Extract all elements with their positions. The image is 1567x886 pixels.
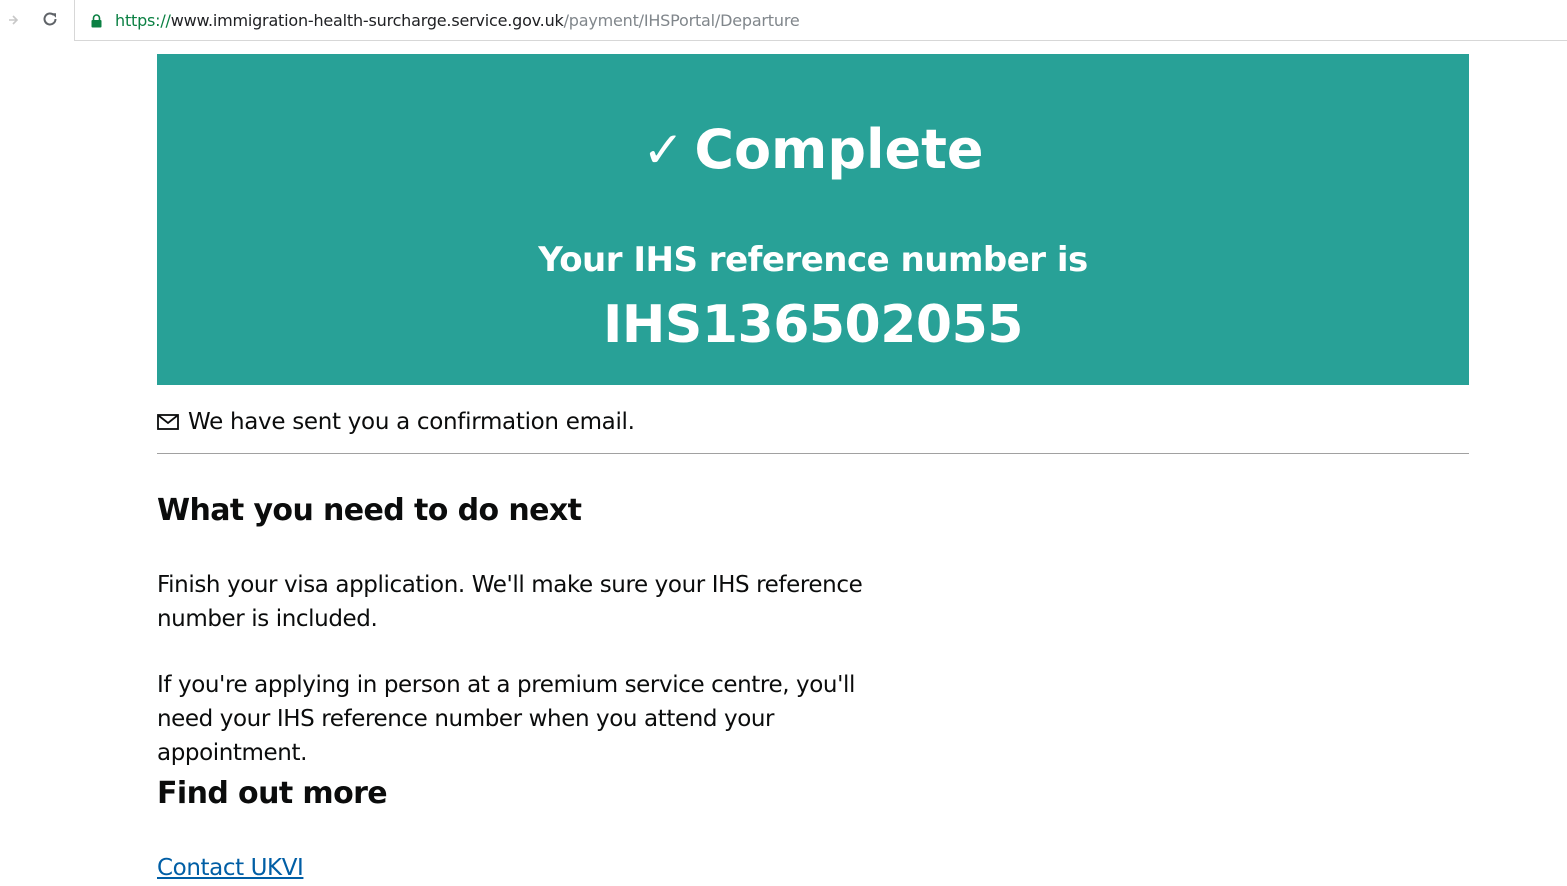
contact-ukvi-link[interactable]: Contact UKVI [157, 851, 304, 885]
url-text: https://www.immigration-health-surcharge… [115, 11, 800, 30]
next-steps-heading: What you need to do next [157, 493, 582, 528]
url-scheme: https:// [115, 10, 171, 30]
check-icon: ✓ [642, 121, 685, 179]
next-steps-paragraph-1: Finish your visa application. We'll make… [157, 572, 863, 632]
section-divider [157, 453, 1469, 454]
lock-icon [91, 12, 103, 28]
mail-icon [157, 414, 179, 430]
next-steps-paragraph-2: If you're applying in person at a premiu… [157, 672, 855, 766]
email-notice-text: We have sent you a confirmation email. [188, 409, 635, 435]
confirmation-panel: ✓ Complete Your IHS reference number is … [157, 54, 1469, 385]
panel-title-text: Complete [694, 118, 984, 181]
reference-label: Your IHS reference number is [538, 240, 1088, 280]
panel-title: ✓ Complete [157, 120, 1469, 180]
forward-arrow-icon[interactable] [6, 8, 20, 32]
url-path: /payment/IHSPortal/Departure [563, 10, 800, 30]
address-bar[interactable]: https://www.immigration-health-surcharge… [74, 0, 1567, 41]
browser-toolbar: https://www.immigration-health-surcharge… [0, 0, 1567, 41]
reload-button[interactable] [36, 7, 64, 35]
reload-icon [40, 9, 60, 34]
url-host: www.immigration-health-surcharge.service… [170, 10, 564, 30]
reference-number: IHS136502055 [603, 295, 1023, 355]
email-notice: We have sent you a confirmation email. [157, 404, 635, 440]
find-out-more-heading: Find out more [157, 776, 388, 811]
